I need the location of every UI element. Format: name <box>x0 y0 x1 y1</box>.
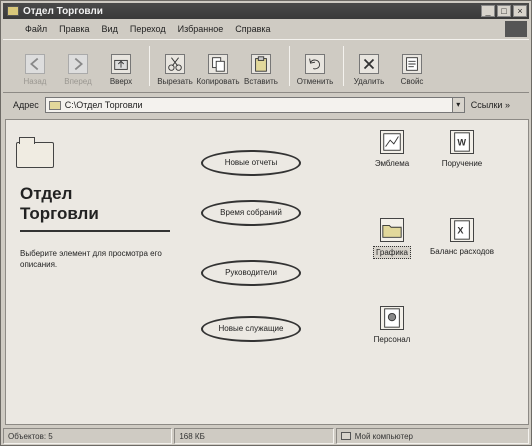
file-item[interactable]: Графика <box>357 218 427 259</box>
address-input[interactable]: C:\Отдел Торговли ▾ <box>44 97 465 113</box>
folder-view: Отдел Торговли Выберите элемент для прос… <box>5 119 529 425</box>
status-objects: Объектов: 5 <box>3 428 173 444</box>
windows-logo-icon <box>505 21 527 37</box>
file-label: Баланс расходов <box>430 247 494 256</box>
delete-button[interactable]: Удалить <box>349 54 389 86</box>
back-button[interactable]: Назад <box>15 54 55 86</box>
undo-icon <box>305 54 325 74</box>
up-button-label: Вверх <box>109 77 133 86</box>
toolbar-separator <box>149 46 150 86</box>
heading-divider <box>20 230 170 232</box>
file-item[interactable]: Эмблема <box>357 130 427 169</box>
file-label: Персонал <box>373 335 411 344</box>
copy-icon <box>208 54 228 74</box>
excel-spreadsheet-icon: X <box>450 218 474 242</box>
image-file-icon <box>380 130 404 154</box>
folder-icon <box>380 218 404 242</box>
paste-icon <box>251 54 271 74</box>
delete-button-label: Удалить <box>353 77 385 86</box>
cut-button-label: Вырезать <box>157 77 193 86</box>
status-size: 168 КБ <box>174 428 334 444</box>
database-file-icon <box>380 306 404 330</box>
folder-icon <box>16 137 54 168</box>
up-button[interactable]: Вверх <box>101 54 141 86</box>
address-label: Адрес <box>13 100 39 110</box>
properties-icon <box>402 54 422 74</box>
computer-icon <box>340 432 351 440</box>
menu-edit[interactable]: Правка <box>59 24 89 34</box>
forward-button[interactable]: Вперед <box>58 54 98 86</box>
copy-button-label: Копировать <box>196 77 240 86</box>
web-content-links: Новые отчеты Время собраний Руководители… <box>181 120 341 424</box>
web-view-panel: Отдел Торговли Выберите элемент для прос… <box>6 120 176 424</box>
menu-help[interactable]: Справка <box>235 24 270 34</box>
menu-go[interactable]: Переход <box>130 24 166 34</box>
delete-icon <box>359 54 379 74</box>
address-bar: Адрес C:\Отдел Торговли ▾ Ссылки » <box>3 94 529 116</box>
address-value: C:\Отдел Торговли <box>64 100 143 110</box>
status-location-label: Мой компьютер <box>354 431 413 441</box>
file-label: Графика <box>373 246 411 259</box>
links-button[interactable]: Ссылки » <box>471 100 510 110</box>
paste-button[interactable]: Вставить <box>241 54 281 86</box>
file-list: Эмблема W Поручение Графика X Баланс рас… <box>351 120 528 424</box>
explorer-window: Отдел Торговли _ □ × Файл Правка Вид Пер… <box>0 0 532 446</box>
svg-text:X: X <box>457 226 464 236</box>
menu-bar: Файл Правка Вид Переход Избранное Справк… <box>3 20 529 38</box>
minimize-button[interactable]: _ <box>481 5 495 17</box>
undo-button[interactable]: Отменить <box>295 54 335 86</box>
forward-button-label: Вперед <box>64 77 92 86</box>
link-managers[interactable]: Руководители <box>201 260 301 286</box>
file-item[interactable]: Персонал <box>357 306 427 345</box>
cut-button[interactable]: Вырезать <box>155 54 195 86</box>
copy-button[interactable]: Копировать <box>196 54 240 86</box>
status-location: Мой компьютер <box>335 428 529 444</box>
selection-description: Выберите элемент для просмотра его описа… <box>20 249 162 269</box>
file-item[interactable]: X Баланс расходов <box>427 218 497 257</box>
properties-button[interactable]: Свойс <box>392 54 432 86</box>
link-meeting-time[interactable]: Время собраний <box>201 200 301 226</box>
close-button[interactable]: × <box>513 5 527 17</box>
menu-view[interactable]: Вид <box>102 24 118 34</box>
window-title: Отдел Торговли <box>23 5 103 17</box>
up-folder-icon <box>111 54 131 74</box>
svg-text:W: W <box>457 138 466 148</box>
toolbar: Назад Вперед Вверх Вырезать Копировать В… <box>3 39 529 93</box>
link-new-employees[interactable]: Новые служащие <box>201 316 301 342</box>
folder-icon <box>48 100 61 110</box>
file-item[interactable]: W Поручение <box>427 130 497 169</box>
forward-icon <box>68 54 88 74</box>
status-bar: Объектов: 5 168 КБ Мой компьютер <box>3 428 529 445</box>
title-bar[interactable]: Отдел Торговли _ □ × <box>3 3 529 19</box>
maximize-button[interactable]: □ <box>497 5 511 17</box>
file-label: Поручение <box>441 159 483 168</box>
folder-icon <box>7 6 19 16</box>
back-button-label: Назад <box>23 77 47 86</box>
undo-button-label: Отменить <box>296 77 334 86</box>
menu-favorites[interactable]: Избранное <box>178 24 224 34</box>
word-document-icon: W <box>450 130 474 154</box>
back-icon <box>25 54 45 74</box>
window-controls: _ □ × <box>481 5 527 17</box>
toolbar-separator <box>343 46 344 86</box>
folder-heading: Отдел Торговли <box>20 184 99 223</box>
properties-button-label: Свойс <box>400 77 424 86</box>
menu-file[interactable]: Файл <box>25 24 47 34</box>
toolbar-separator <box>289 46 290 86</box>
file-label: Эмблема <box>374 159 410 168</box>
scissors-icon <box>165 54 185 74</box>
chevron-down-icon[interactable]: ▾ <box>451 98 464 112</box>
link-new-reports[interactable]: Новые отчеты <box>201 150 301 176</box>
paste-button-label: Вставить <box>244 77 278 86</box>
